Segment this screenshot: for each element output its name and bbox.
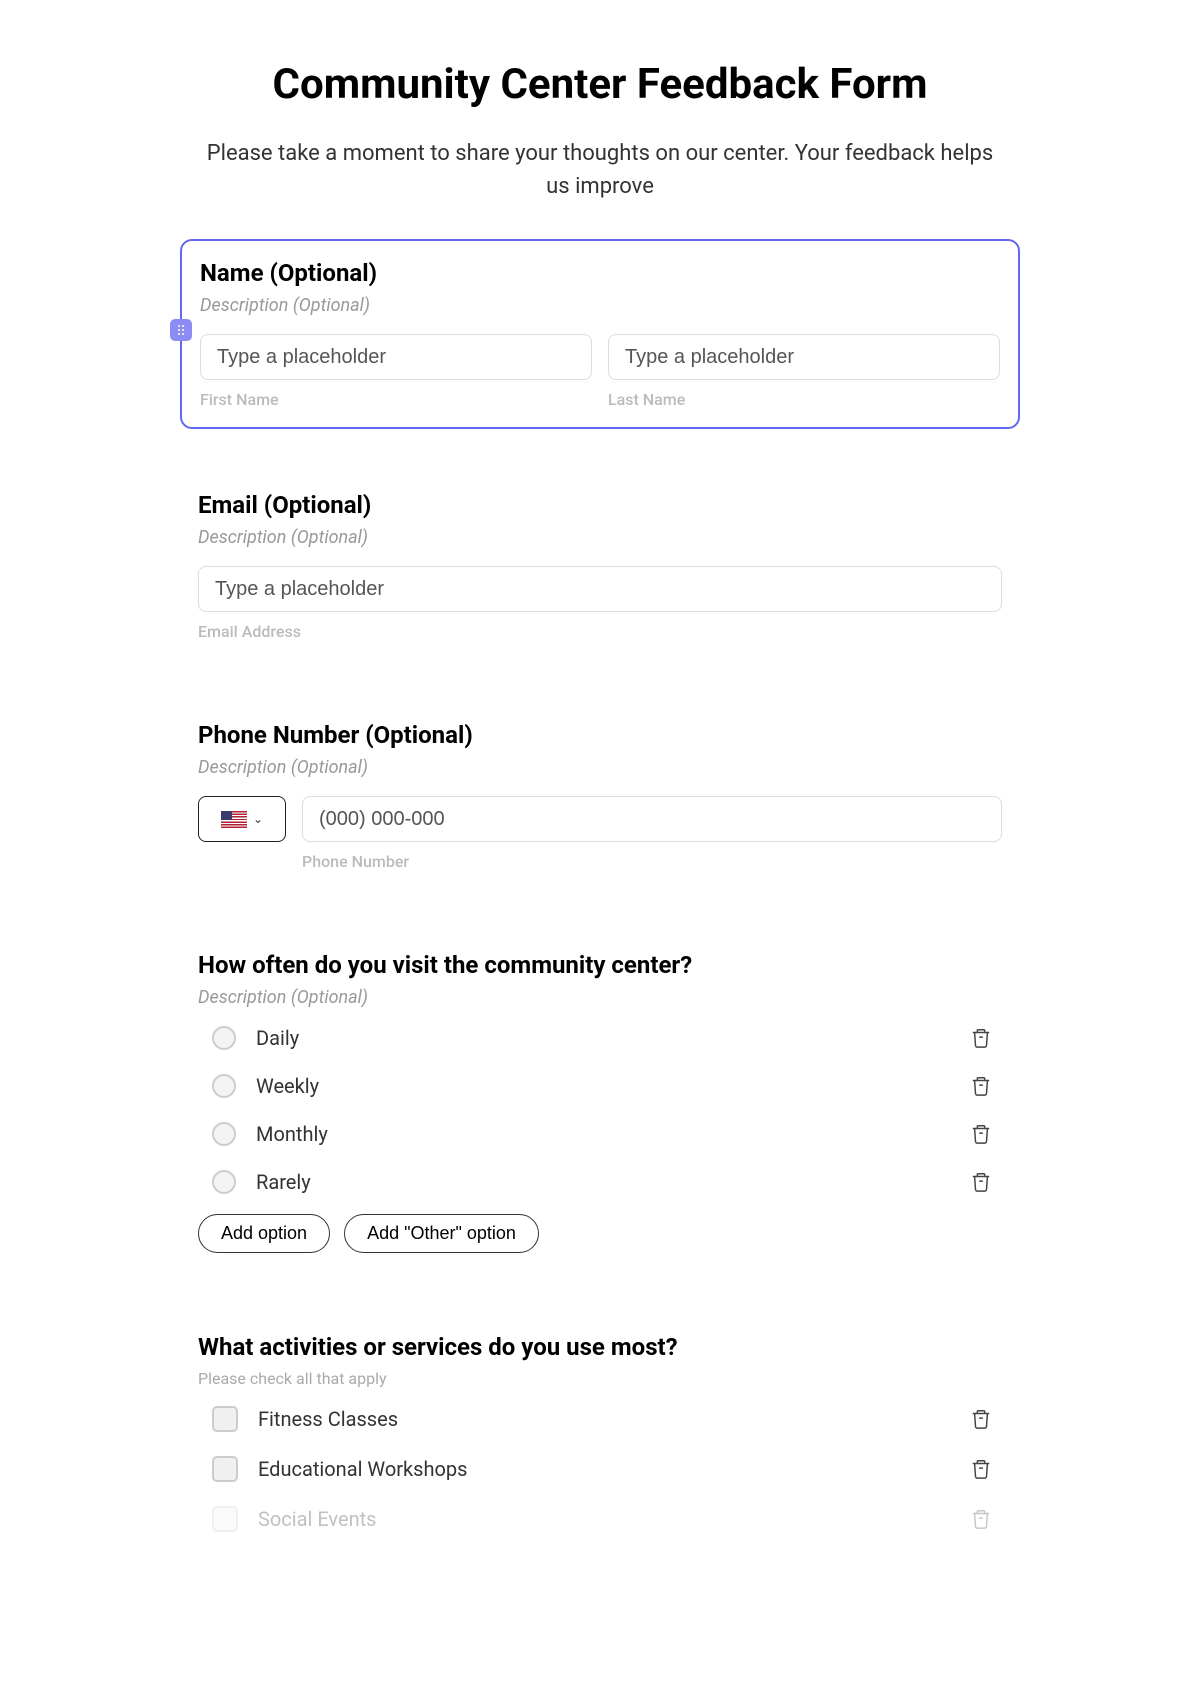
name-block-description[interactable]: Description (Optional) xyxy=(200,295,1000,316)
radio-option-label[interactable]: Daily xyxy=(256,1026,970,1050)
radio-option-row: Daily xyxy=(212,1026,1002,1050)
radio-icon[interactable] xyxy=(212,1122,236,1146)
form-title: Community Center Feedback Form xyxy=(180,60,1020,109)
email-sublabel: Email Address xyxy=(198,622,1002,641)
phone-block-description[interactable]: Description (Optional) xyxy=(198,757,1002,778)
radio-option-row: Weekly xyxy=(212,1074,1002,1098)
trash-icon[interactable] xyxy=(970,1123,992,1145)
email-placeholder-input[interactable] xyxy=(198,566,1002,612)
us-flag-icon xyxy=(221,811,247,828)
name-block[interactable]: Name (Optional) Description (Optional) F… xyxy=(180,239,1020,429)
last-name-sublabel: Last Name xyxy=(608,390,1000,409)
first-name-placeholder-input[interactable] xyxy=(200,334,592,380)
checkbox-option-label[interactable]: Fitness Classes xyxy=(258,1407,970,1431)
checkbox-icon[interactable] xyxy=(212,1406,238,1432)
activities-block[interactable]: What activities or services do you use m… xyxy=(180,1315,1020,1570)
trash-icon[interactable] xyxy=(970,1075,992,1097)
radio-icon[interactable] xyxy=(212,1074,236,1098)
trash-icon[interactable] xyxy=(970,1508,992,1530)
last-name-placeholder-input[interactable] xyxy=(608,334,1000,380)
trash-icon[interactable] xyxy=(970,1171,992,1193)
trash-icon[interactable] xyxy=(970,1458,992,1480)
trash-icon[interactable] xyxy=(970,1408,992,1430)
activities-block-label[interactable]: What activities or services do you use m… xyxy=(198,1333,1002,1361)
country-code-select[interactable]: ⌄ xyxy=(198,796,286,842)
checkbox-option-row: Social Events xyxy=(212,1506,1002,1532)
checkbox-icon[interactable] xyxy=(212,1456,238,1482)
radio-icon[interactable] xyxy=(212,1170,236,1194)
checkbox-option-row: Fitness Classes xyxy=(212,1406,1002,1432)
checkbox-icon[interactable] xyxy=(212,1506,238,1532)
visit-frequency-block[interactable]: How often do you visit the community cen… xyxy=(180,933,1020,1271)
activities-block-description[interactable]: Please check all that apply xyxy=(198,1369,1002,1388)
visit-block-description[interactable]: Description (Optional) xyxy=(198,987,1002,1008)
phone-sublabel: Phone Number xyxy=(302,852,1002,871)
email-block[interactable]: Email (Optional) Description (Optional) … xyxy=(180,473,1020,659)
form-subtitle: Please take a moment to share your thoug… xyxy=(180,137,1020,203)
add-other-option-button[interactable]: Add "Other" option xyxy=(344,1214,539,1253)
checkbox-option-row: Educational Workshops xyxy=(212,1456,1002,1482)
first-name-sublabel: First Name xyxy=(200,390,592,409)
drag-handle-icon[interactable] xyxy=(170,319,192,341)
checkbox-option-label[interactable]: Social Events xyxy=(258,1507,970,1531)
name-block-label[interactable]: Name (Optional) xyxy=(200,259,1000,287)
radio-option-row: Rarely xyxy=(212,1170,1002,1194)
add-option-button[interactable]: Add option xyxy=(198,1214,330,1253)
chevron-down-icon: ⌄ xyxy=(253,812,263,826)
radio-option-label[interactable]: Weekly xyxy=(256,1074,970,1098)
trash-icon[interactable] xyxy=(970,1027,992,1049)
visit-block-label[interactable]: How often do you visit the community cen… xyxy=(198,951,1002,979)
email-block-description[interactable]: Description (Optional) xyxy=(198,527,1002,548)
checkbox-option-label[interactable]: Educational Workshops xyxy=(258,1457,970,1481)
radio-option-label[interactable]: Monthly xyxy=(256,1122,970,1146)
email-block-label[interactable]: Email (Optional) xyxy=(198,491,1002,519)
phone-block[interactable]: Phone Number (Optional) Description (Opt… xyxy=(180,703,1020,889)
radio-option-row: Monthly xyxy=(212,1122,1002,1146)
radio-icon[interactable] xyxy=(212,1026,236,1050)
phone-input[interactable] xyxy=(302,796,1002,842)
radio-option-label[interactable]: Rarely xyxy=(256,1170,970,1194)
phone-block-label[interactable]: Phone Number (Optional) xyxy=(198,721,1002,749)
